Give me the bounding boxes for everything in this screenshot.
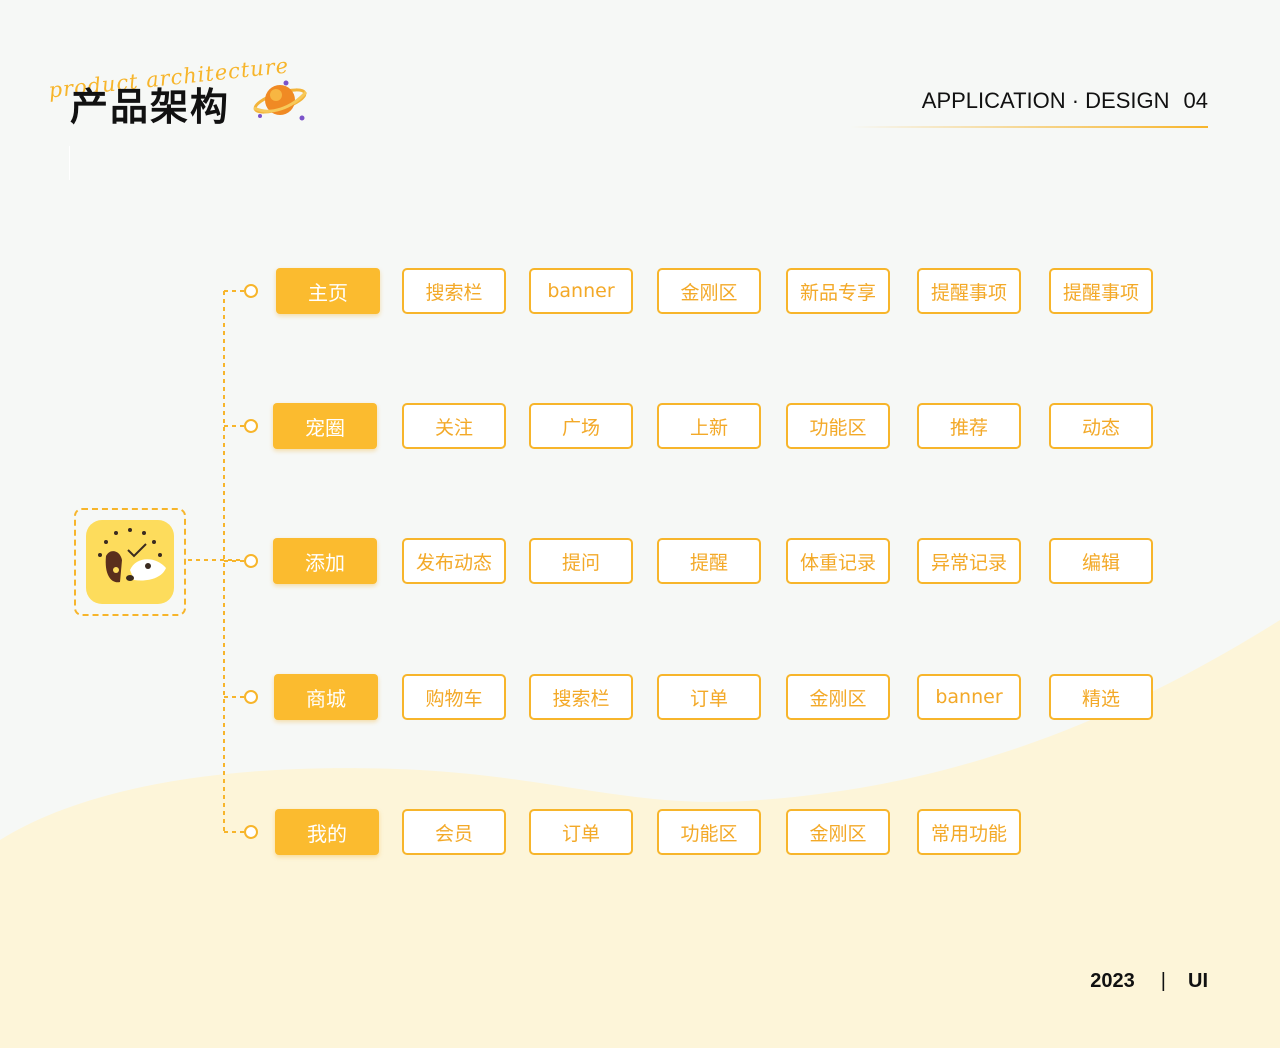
feature-node: 推荐 bbox=[917, 403, 1021, 449]
branch-node-dot bbox=[244, 554, 258, 568]
feature-node: 关注 bbox=[402, 403, 506, 449]
feature-node: 常用功能 bbox=[917, 809, 1021, 855]
feature-node: 上新 bbox=[657, 403, 761, 449]
feature-node: 精选 bbox=[1049, 674, 1153, 720]
feature-node: 功能区 bbox=[786, 403, 890, 449]
branch-node-dot bbox=[244, 419, 258, 433]
root-node: 商城 bbox=[274, 674, 378, 720]
feature-node: 发布动态 bbox=[402, 538, 506, 584]
branch-node-dot bbox=[244, 284, 258, 298]
footer-year: 2023 bbox=[1090, 970, 1135, 992]
feature-node: 购物车 bbox=[402, 674, 506, 720]
feature-node: 搜索栏 bbox=[402, 268, 506, 314]
footer-label: UI bbox=[1188, 970, 1208, 992]
footer-separator: | bbox=[1160, 970, 1166, 992]
feature-node: 金刚区 bbox=[657, 268, 761, 314]
root-node: 宠圈 bbox=[273, 403, 377, 449]
feature-node: 动态 bbox=[1049, 403, 1153, 449]
branch-node-dot bbox=[244, 825, 258, 839]
feature-node: 功能区 bbox=[657, 809, 761, 855]
feature-node: 新品专享 bbox=[786, 268, 890, 314]
feature-node: 会员 bbox=[402, 809, 506, 855]
footer: 2023 | UI bbox=[1090, 970, 1208, 993]
feature-node: 订单 bbox=[529, 809, 633, 855]
root-node: 添加 bbox=[273, 538, 377, 584]
root-node: 我的 bbox=[275, 809, 379, 855]
branch-node-dot bbox=[244, 690, 258, 704]
feature-node: 编辑 bbox=[1049, 538, 1153, 584]
feature-node: banner bbox=[529, 268, 633, 314]
feature-node: 金刚区 bbox=[786, 674, 890, 720]
feature-node: banner bbox=[917, 674, 1021, 720]
feature-node: 提醒 bbox=[657, 538, 761, 584]
feature-node: 订单 bbox=[657, 674, 761, 720]
tree-connectors bbox=[188, 284, 258, 839]
feature-node: 提问 bbox=[529, 538, 633, 584]
root-node: 主页 bbox=[276, 268, 380, 314]
feature-node: 搜索栏 bbox=[529, 674, 633, 720]
feature-node: 金刚区 bbox=[786, 809, 890, 855]
dog-clock-icon bbox=[86, 520, 174, 604]
feature-node: 体重记录 bbox=[786, 538, 890, 584]
feature-node: 异常记录 bbox=[917, 538, 1021, 584]
feature-node: 提醒事项 bbox=[1049, 268, 1153, 314]
feature-node: 提醒事项 bbox=[917, 268, 1021, 314]
feature-node: 广场 bbox=[529, 403, 633, 449]
